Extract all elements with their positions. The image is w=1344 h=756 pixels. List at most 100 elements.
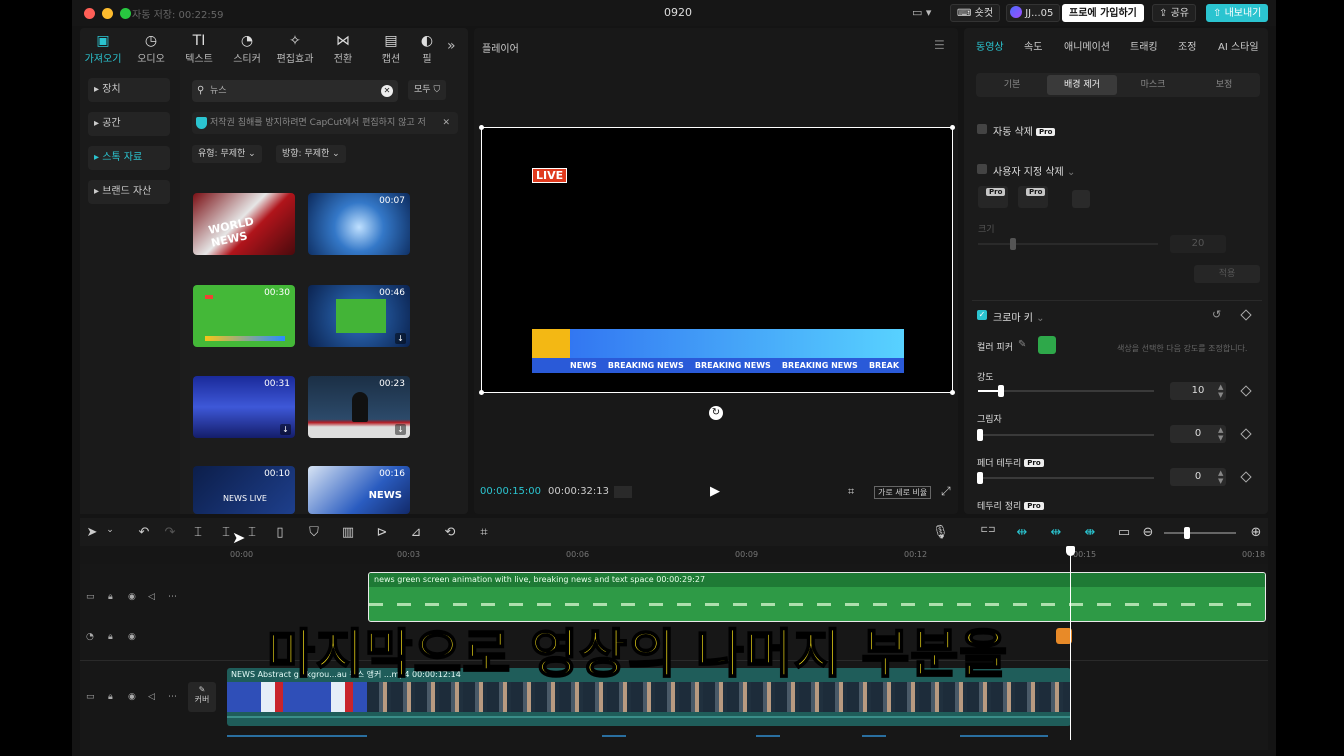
freeze-icon[interactable]: ▥ [340, 525, 356, 540]
sidebar-item-space[interactable]: ▸ 공간 [88, 112, 170, 136]
zoom-window-button[interactable] [120, 8, 131, 19]
feather-slider-knob[interactable] [977, 472, 983, 484]
tab-video[interactable]: 동영상 [976, 38, 1004, 53]
reverse-icon[interactable]: ⊳ [374, 525, 390, 540]
tab-sticker[interactable]: ◔ 스티커 [225, 32, 269, 65]
zoom-slider[interactable] [1164, 527, 1236, 539]
undo-icon[interactable]: ↶ [136, 525, 152, 540]
timecode-toggle[interactable] [614, 486, 632, 498]
sidebar-item-device[interactable]: ▸ 장치 [88, 78, 170, 102]
eye-icon[interactable]: ◉ [128, 692, 136, 702]
brush-tool-button[interactable]: Pro [978, 186, 1008, 208]
video-canvas[interactable]: LIVE NEWS BREAKING NEWS BREAKING NEWS BR… [479, 125, 955, 395]
resize-handle[interactable] [479, 125, 484, 130]
stock-thumbnail[interactable]: 00:31 ↓ [193, 376, 295, 438]
apply-button[interactable]: 적용 [1194, 265, 1260, 283]
sidebar-item-stock[interactable]: ▸ 스톡 자료 [88, 146, 170, 170]
subtab-remove-bg[interactable]: 배경 제거 [1047, 75, 1117, 95]
custom-remove-checkbox[interactable] [977, 164, 987, 174]
reset-icon[interactable]: ↺ [1212, 308, 1221, 321]
tab-import[interactable]: ▣ 가져오기 [81, 32, 125, 65]
shortcuts-button[interactable]: ⌨ 숏컷 [950, 4, 1001, 22]
tab-effects[interactable]: ✧ 편집효과 [273, 32, 317, 65]
size-slider[interactable] [978, 243, 1158, 245]
filter-all-button[interactable]: 모두 ⛉ [408, 80, 447, 100]
stock-thumbnail[interactable]: WORLD NEWS [193, 193, 295, 255]
tab-tracking[interactable]: 트래킹 [1130, 38, 1158, 53]
resize-handle[interactable] [479, 390, 484, 395]
chevron-down-icon[interactable]: ⌄ [102, 525, 118, 535]
tab-audio[interactable]: ◷ 오디오 [129, 32, 173, 65]
stock-thumbnail[interactable]: 00:23 ↓ [308, 376, 410, 438]
tab-speed[interactable]: 속도 [1024, 38, 1042, 53]
download-icon[interactable]: ↓ [395, 424, 406, 435]
fullscreen-icon[interactable]: ⤢ [941, 484, 951, 499]
orientation-filter-dropdown[interactable]: 방향: 무제한 ⌄ [276, 145, 346, 163]
tab-ai-style[interactable]: AI 스타일 [1218, 38, 1259, 53]
type-filter-dropdown[interactable]: 유형: 무제한 ⌄ [192, 145, 262, 163]
tab-filter[interactable]: ◐ 필 [417, 32, 437, 65]
zoom-out-icon[interactable]: ⊖ [1140, 525, 1156, 540]
more-icon[interactable]: ⋯ [168, 692, 177, 702]
eraser-tool-button[interactable]: Pro [1018, 186, 1048, 208]
shadow-slider[interactable] [978, 434, 1154, 436]
stepper-icon[interactable]: ▲ ▼ [1218, 469, 1223, 485]
stock-thumbnail[interactable]: 00:10 NEWS LIVE [193, 466, 295, 514]
player-menu-icon[interactable]: ☰ [934, 38, 945, 52]
microphone-icon[interactable]: 🎙 [932, 525, 949, 540]
speaker-icon[interactable]: ◁ [148, 592, 155, 602]
rotate-handle-icon[interactable]: ↻ [709, 406, 723, 420]
reset-brush-button[interactable] [1072, 190, 1090, 208]
size-slider-knob[interactable] [1010, 238, 1016, 250]
aspect-ratio-button[interactable]: 가로 세로 비율 [874, 486, 932, 499]
tab-caption[interactable]: ▤ 캡션 [369, 32, 413, 65]
stock-thumbnail[interactable]: 00:46 ↓ [308, 285, 410, 347]
zoom-in-icon[interactable]: ⊕ [1248, 525, 1264, 540]
fit-view-icon[interactable]: ⌗ [848, 485, 854, 499]
tab-text[interactable]: TI 텍스트 [177, 32, 221, 65]
download-icon[interactable]: ↓ [395, 333, 406, 344]
playhead[interactable] [1070, 548, 1071, 740]
playhead-handle[interactable] [1066, 546, 1075, 556]
eye-icon[interactable]: ◉ [128, 632, 136, 642]
magnet-icon[interactable]: ⇹ [1014, 525, 1030, 540]
tab-animation[interactable]: 애니메이션 [1064, 38, 1110, 53]
zoom-knob[interactable] [1184, 527, 1190, 539]
shadow-slider-knob[interactable] [977, 429, 983, 441]
crop-icon[interactable]: ⌗ [476, 525, 492, 540]
cover-button[interactable]: ✎ 커버 [188, 682, 216, 712]
subtab-enhance[interactable]: 보정 [1189, 75, 1259, 95]
auto-snap-icon[interactable]: ⇹ [1048, 525, 1064, 540]
split-icon[interactable]: ⌶ [190, 525, 206, 540]
intensity-slider-knob[interactable] [997, 385, 1004, 397]
stock-thumbnail[interactable]: 00:07 [308, 193, 410, 255]
linkage-icon[interactable]: ⇼ [1082, 525, 1098, 540]
redo-icon[interactable]: ↷ [162, 525, 178, 540]
export-button[interactable]: ⇧ 내보내기 [1206, 4, 1269, 22]
speaker-icon[interactable]: ◁ [148, 692, 155, 702]
play-button-icon[interactable]: ▶ [710, 484, 720, 499]
size-value[interactable]: 20 [1170, 235, 1226, 253]
select-tool-icon[interactable]: ➤ [84, 525, 100, 540]
stepper-icon[interactable]: ▲ ▼ [1218, 426, 1223, 442]
stepper-icon[interactable]: ▲ ▼ [1218, 383, 1223, 399]
tab-adjust[interactable]: 조정 [1178, 38, 1196, 53]
join-pro-button[interactable]: 프로에 가입하기 [1062, 4, 1144, 22]
minimize-window-button[interactable] [102, 8, 113, 19]
preview-axis-icon[interactable]: ▭ [1116, 525, 1132, 540]
subtab-mask[interactable]: 마스크 [1118, 75, 1188, 95]
more-icon[interactable]: ⋯ [168, 592, 177, 602]
stock-thumbnail[interactable]: 00:16 NEWS [308, 466, 410, 514]
eyedropper-icon[interactable]: ✎ [1018, 339, 1026, 350]
split-right-icon[interactable]: ⌶ [244, 525, 260, 540]
picked-color-swatch[interactable] [1038, 336, 1056, 354]
resize-handle[interactable] [950, 125, 955, 130]
delete-icon[interactable]: ▯ [272, 525, 288, 540]
more-tabs-icon[interactable]: » [447, 38, 456, 54]
lock-icon[interactable]: 🔒︎ [108, 692, 113, 702]
eye-icon[interactable]: ◉ [128, 592, 136, 602]
feather-slider[interactable] [978, 477, 1154, 479]
mirror-icon[interactable]: ⊿ [408, 525, 424, 540]
share-button[interactable]: ⇪ 공유 [1152, 4, 1196, 22]
subtab-basic[interactable]: 기본 [977, 75, 1047, 95]
